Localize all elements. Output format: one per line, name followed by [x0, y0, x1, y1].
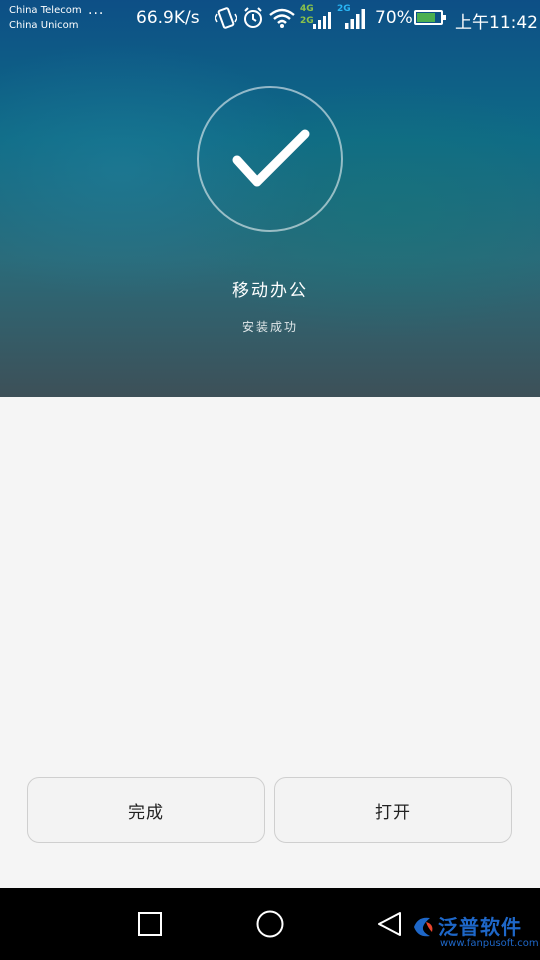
cell-signal-2-icon	[344, 8, 366, 34]
watermark: 泛普软件 www.fanpusoft.com	[410, 912, 539, 952]
more-notifications-icon: ···	[88, 6, 105, 22]
fanpu-logo-icon	[414, 917, 433, 937]
app-name: 移动办公	[232, 281, 308, 301]
checkmark-icon	[232, 129, 310, 187]
battery-tip	[443, 15, 446, 20]
install-status-text: 安装成功	[241, 320, 298, 334]
battery-percent: 70%	[375, 8, 413, 28]
carrier-2: China Unicom	[9, 20, 79, 31]
wifi-icon	[268, 6, 296, 34]
status-clock: 上午11:42	[455, 13, 538, 33]
open-button[interactable]: 打开	[274, 777, 512, 843]
alarm-icon	[242, 6, 264, 34]
carrier-names: China Telecom China Unicom	[9, 3, 82, 33]
back-icon[interactable]	[376, 910, 404, 942]
done-button[interactable]: 完成	[27, 777, 265, 843]
home-icon[interactable]	[255, 909, 285, 943]
success-circle	[197, 86, 343, 232]
battery-icon	[414, 10, 446, 25]
status-bar: China Telecom China Unicom ··· 66.9K/s 4…	[0, 0, 540, 38]
watermark-url: www.fanpusoft.com	[440, 938, 539, 949]
watermark-title: 泛普软件	[438, 915, 522, 939]
battery-level-fill	[417, 13, 435, 22]
network-speed: 66.9K/s	[136, 8, 200, 28]
carrier-1: China Telecom	[9, 5, 82, 16]
recent-apps-icon[interactable]	[137, 911, 163, 941]
cell-signal-1-icon	[312, 8, 332, 34]
vibrate-icon	[214, 6, 238, 34]
